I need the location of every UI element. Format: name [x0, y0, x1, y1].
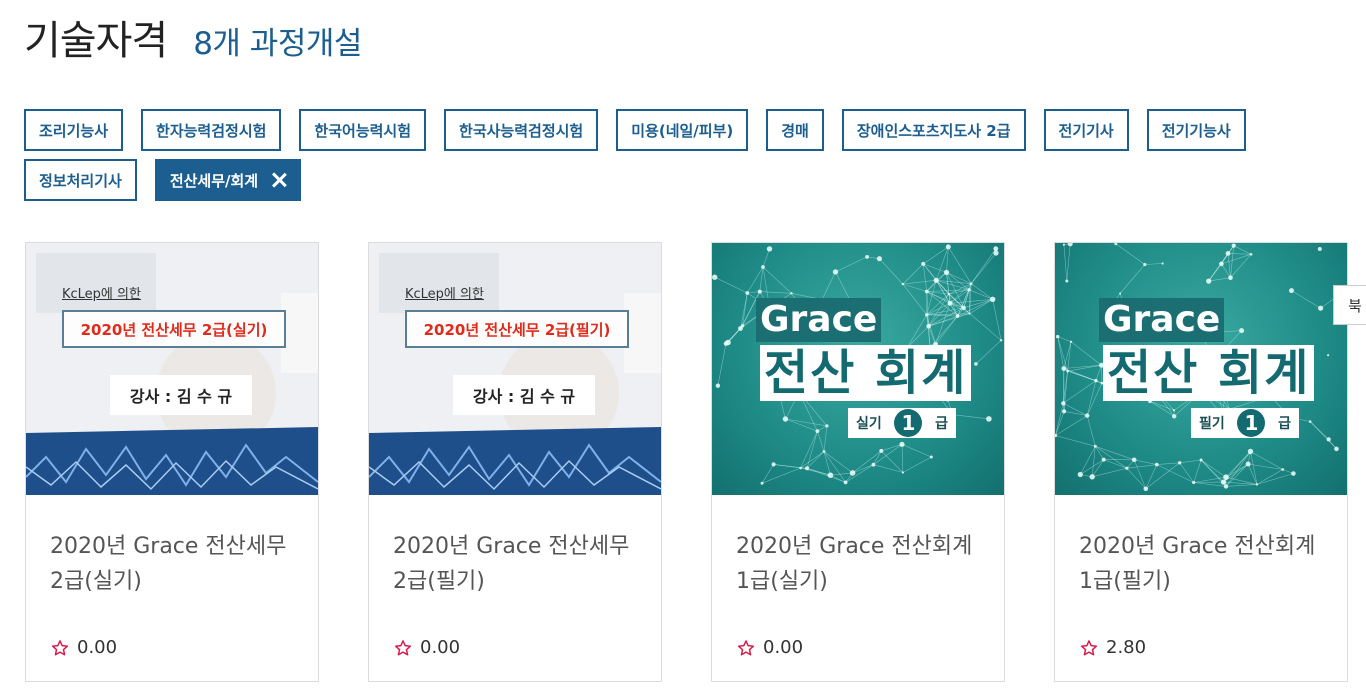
page-header: 기술자격 8개 과정개설: [24, 8, 362, 66]
course-count: 8개 과정개설: [193, 26, 362, 62]
course-card[interactable]: KcLep에 의한 2020년 전산세무 2급(실기) 강사 : 김 수 규 2020…: [25, 242, 319, 682]
course-card[interactable]: Grace 전산 회계실기 1 급 2020년 Grace 전산회계 1급(실기) 0.00: [711, 242, 1005, 682]
course-rating: 2.80: [1055, 637, 1347, 658]
thumbnail-source-text: KcLep에 의한: [62, 287, 141, 302]
course-title-line: 2020년 Grace 전산회계: [736, 534, 973, 559]
course-title-line: 1급(필기): [1079, 569, 1171, 594]
category-filter-tags: 조리기능사 한자능력검정시험 한국어능력시험 한국사능력검정시험 미용(네일/피부) 경매…: [24, 109, 1324, 201]
course-rating: 0.00: [712, 637, 1004, 658]
course-card[interactable]: Grace 전산 회계필기 1 급 2020년 Grace 전산회계 1급(필기) 2.80: [1054, 242, 1348, 682]
chart-waves: [369, 427, 661, 495]
course-rating: 0.00: [369, 637, 661, 658]
filter-tag-label: 한자능력검정시험: [156, 121, 267, 140]
course-title[interactable]: 2020년 Grace 전산세무 2급(필기): [369, 495, 661, 615]
thumbnail-teacher: 강사 : 김 수 규: [110, 375, 252, 415]
filter-tag-label: 전기기능사: [1161, 121, 1231, 140]
course-card[interactable]: KcLep에 의한 2020년 전산세무 2급(필기) 강사 : 김 수 규 2020…: [368, 242, 662, 682]
filter-tag-label: 미용(네일/피부): [631, 121, 734, 140]
thumbnail-level: 실기 1 급: [848, 408, 956, 438]
course-rating: 0.00: [26, 637, 318, 658]
course-title-line: 2020년 Grace 전산세무: [393, 534, 630, 559]
course-thumbnail[interactable]: KcLep에 의한 2020년 전산세무 2급(실기) 강사 : 김 수 규: [26, 243, 318, 495]
thumbnail-brand: Grace: [1099, 298, 1225, 342]
thumbnail-brand: Grace: [756, 298, 882, 342]
filter-tag[interactable]: 전기기사: [1043, 109, 1129, 151]
filter-tag[interactable]: 한자능력검정시험: [141, 109, 282, 151]
course-thumbnail[interactable]: KcLep에 의한 2020년 전산세무 2급(필기) 강사 : 김 수 규: [369, 243, 661, 495]
filter-tag-label: 경매: [781, 121, 809, 140]
filter-tag[interactable]: 정보처리기사: [24, 159, 137, 201]
close-icon[interactable]: [272, 173, 286, 187]
filter-tag-label: 전기기사: [1058, 121, 1114, 140]
course-title[interactable]: 2020년 Grace 전산회계 1급(실기): [712, 495, 1004, 615]
level-suffix: 급: [935, 416, 948, 432]
course-title[interactable]: 2020년 Grace 전산회계 1급(필기): [1055, 495, 1347, 615]
level-number: 1: [1237, 409, 1266, 437]
thumbnail-course-name: 전산 회계: [1103, 345, 1315, 401]
course-title-line: 2급(실기): [50, 569, 142, 594]
course-title-line: 1급(실기): [736, 569, 828, 594]
star-outline-icon: [51, 639, 69, 655]
thumbnail-level: 필기 1 급: [1191, 408, 1299, 438]
filter-tag-label: 한국어능력시험: [314, 121, 412, 140]
thumbnail-course-name: 전산 회계: [760, 345, 972, 401]
rating-value: 0.00: [420, 637, 461, 658]
chart-waves: [26, 427, 318, 495]
thumbnail-course-name: 2020년 전산세무 2급(실기): [62, 310, 286, 348]
star-outline-icon: [1080, 639, 1098, 655]
side-bookmark-tab[interactable]: 북: [1333, 285, 1366, 325]
filter-tag[interactable]: 경매: [766, 109, 824, 151]
course-title-line: 2급(필기): [393, 569, 485, 594]
rating-value: 0.00: [77, 637, 118, 658]
filter-tag[interactable]: 장애인스포츠지도사 2급: [841, 109, 1026, 151]
thumbnail-course-name: 2020년 전산세무 2급(필기): [405, 310, 629, 348]
filter-tag-label: 조리기능사: [39, 121, 109, 140]
thumbnail-source-text: KcLep에 의한: [405, 287, 484, 302]
filter-tag-label: 장애인스포츠지도사 2급: [856, 121, 1011, 140]
course-thumbnail[interactable]: Grace 전산 회계실기 1 급: [712, 243, 1004, 495]
level-suffix: 급: [1278, 416, 1291, 432]
level-type: 실기: [856, 416, 882, 432]
level-number: 1: [894, 409, 923, 437]
page-title: 기술자격: [24, 18, 168, 64]
course-title-line: 2020년 Grace 전산세무: [50, 534, 287, 559]
rating-value: 0.00: [763, 637, 804, 658]
filter-tag[interactable]: 미용(네일/피부): [616, 109, 749, 151]
filter-tag-label: 전산세무/회계: [169, 171, 259, 190]
course-card-list: KcLep에 의한 2020년 전산세무 2급(실기) 강사 : 김 수 규 2020…: [25, 242, 1348, 682]
filter-tag[interactable]: 전기기능사: [1146, 109, 1246, 151]
star-outline-icon: [394, 639, 412, 655]
level-type: 필기: [1199, 416, 1225, 432]
filter-tag[interactable]: 조리기능사: [24, 109, 124, 151]
course-thumbnail[interactable]: Grace 전산 회계필기 1 급: [1055, 243, 1347, 495]
filter-tag[interactable]: 한국사능력검정시험: [444, 109, 599, 151]
filter-tag-label: 정보처리기사: [39, 171, 122, 190]
thumbnail-teacher: 강사 : 김 수 규: [453, 375, 595, 415]
course-title[interactable]: 2020년 Grace 전산세무 2급(실기): [26, 495, 318, 615]
filter-tag[interactable]: 전산세무/회계: [154, 159, 302, 201]
filter-tag-label: 한국사능력검정시험: [459, 121, 584, 140]
filter-tag[interactable]: 한국어능력시험: [299, 109, 427, 151]
course-title-line: 2020년 Grace 전산회계: [1079, 534, 1316, 559]
rating-value: 2.80: [1106, 637, 1147, 658]
star-outline-icon: [737, 639, 755, 655]
